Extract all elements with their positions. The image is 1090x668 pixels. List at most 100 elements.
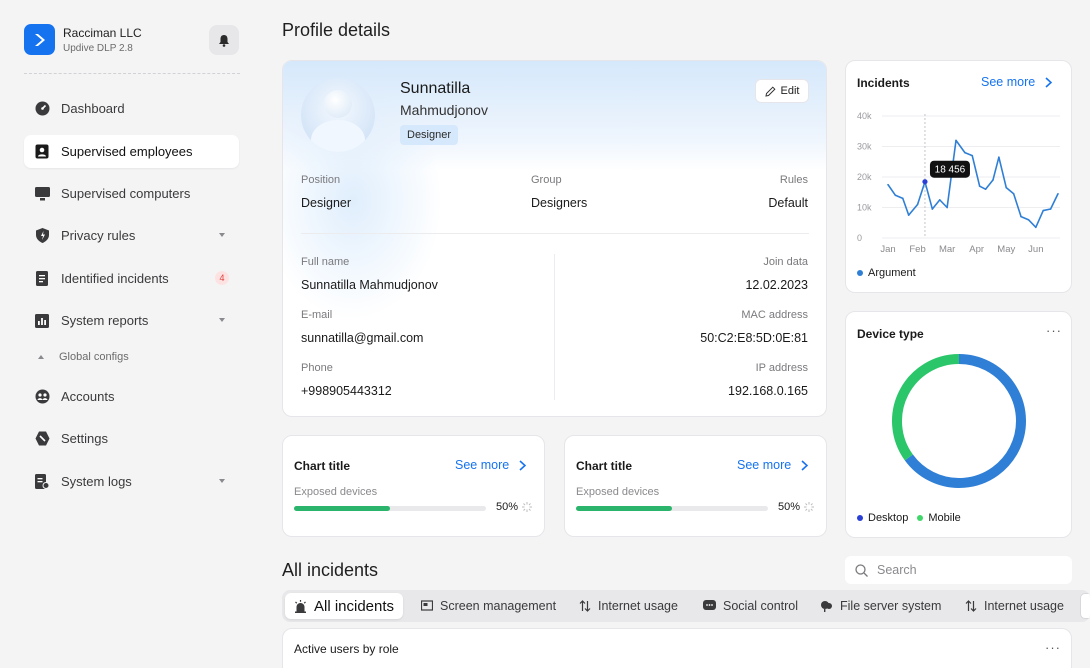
fullname-value: Sunnatilla Mahmudjonov xyxy=(301,278,438,292)
incident-tabs: All incidents Screen management Internet… xyxy=(282,590,1090,622)
transfer-arrows-icon xyxy=(579,600,591,612)
card-subtitle: Exposed devices xyxy=(576,486,660,498)
position-value: Designer xyxy=(301,196,352,210)
edit-label: Edit xyxy=(780,85,800,97)
chevron-up-icon xyxy=(38,355,44,359)
data-point xyxy=(1020,215,1022,218)
tab-file-server-system[interactable]: File server system xyxy=(820,593,941,619)
rules-value: Default xyxy=(768,196,808,210)
group-value: Designers xyxy=(531,196,588,210)
see-more-link[interactable]: See more xyxy=(737,458,809,472)
legend-dot-desktop xyxy=(857,515,863,521)
device-type-card: Device type ··· Desktop Mobile xyxy=(845,311,1072,538)
card-title: Chart title xyxy=(576,459,633,473)
legend-label: Argument xyxy=(868,267,916,279)
edit-button[interactable]: Edit xyxy=(755,79,809,103)
highlight-point xyxy=(922,179,928,185)
card-title: Chart title xyxy=(294,459,351,473)
notifications-button[interactable] xyxy=(209,25,239,55)
sidebar-item-settings[interactable]: Settings xyxy=(24,422,239,455)
see-more-label: See more xyxy=(455,458,510,472)
tab-label: Internet usage xyxy=(598,599,678,613)
sidebar-item-supervised-computers[interactable]: Supervised computers xyxy=(24,177,239,210)
data-point xyxy=(978,185,981,187)
profile-first-name: Sunnatilla xyxy=(400,80,471,97)
chart-legend: Argument xyxy=(857,267,916,279)
sidebar-item-dashboard[interactable]: Dashboard xyxy=(24,92,239,125)
tab-label: Internet usage xyxy=(984,599,1064,613)
data-point xyxy=(964,151,966,154)
see-more-link[interactable]: See more xyxy=(981,75,1053,89)
sidebar-item-label: Supervised computers xyxy=(61,186,191,201)
avatar-head xyxy=(324,90,352,118)
sidebar-item-label: Settings xyxy=(61,431,108,446)
sidebar-item-system-logs[interactable]: System logs xyxy=(24,465,239,498)
tab-internet-usage-2[interactable]: Internet usage xyxy=(965,593,1064,619)
see-more-label: See more xyxy=(981,75,1036,89)
exposed-devices-card: Chart title See more Exposed devices 50% xyxy=(564,435,827,537)
sidebar-item-supervised-employees[interactable]: Supervised employees xyxy=(24,135,239,168)
y-tick-label: 10k xyxy=(857,203,872,213)
divider xyxy=(554,254,555,400)
chevron-right-icon xyxy=(519,459,527,471)
series-line-argument xyxy=(887,139,1059,229)
data-point xyxy=(931,208,934,210)
email-value: sunnatilla@gmail.com xyxy=(301,331,424,345)
loading-spinner-icon xyxy=(804,502,814,512)
legend-dot xyxy=(857,270,863,276)
see-more-link[interactable]: See more xyxy=(455,458,527,472)
tab-label: All incidents xyxy=(314,597,395,615)
ip-value: 192.168.0.165 xyxy=(728,384,808,398)
tab-all-incidents[interactable]: All incidents xyxy=(285,593,404,619)
progress-bar xyxy=(294,506,486,511)
sidebar-item-label: System reports xyxy=(61,313,149,328)
screen-icon xyxy=(421,600,433,611)
pencil-icon xyxy=(764,85,776,97)
progress-percent: 50% xyxy=(496,501,519,513)
sidebar-item-privacy-rules[interactable]: Privacy rules xyxy=(24,219,239,252)
card-title: Active users by role xyxy=(294,642,399,656)
mac-label: MAC address xyxy=(741,309,808,321)
alarm-icon xyxy=(295,599,306,613)
x-tick-label: Jan xyxy=(880,244,895,255)
search-placeholder: Search xyxy=(877,563,917,577)
tab-internet-usage[interactable]: Internet usage xyxy=(579,593,678,619)
chevron-down-icon xyxy=(219,479,225,483)
incidents-line-chart: 0 10k 20k 30k 40k Jan Feb Mar Apr May Jun 18 456 xyxy=(857,111,1060,255)
position-label: Position xyxy=(301,174,341,186)
data-point xyxy=(1027,218,1030,221)
data-point xyxy=(887,183,889,186)
legend-dot-mobile xyxy=(917,515,924,521)
more-options-button[interactable]: ··· xyxy=(1046,323,1062,338)
bell-icon xyxy=(219,34,229,47)
progress-fill xyxy=(294,506,390,511)
exposed-devices-card: Chart title See more Exposed devices 50% xyxy=(282,435,545,537)
data-point xyxy=(938,199,941,201)
tab-overflow[interactable] xyxy=(1080,593,1090,619)
phone-value: +998905443312 xyxy=(301,384,392,398)
profile-card: Sunnatilla Mahmudjonov Designer Edit Pos… xyxy=(282,60,827,417)
sidebar-item-system-reports[interactable]: System reports xyxy=(24,304,239,337)
search-input[interactable]: Search xyxy=(845,556,1072,584)
sidebar-item-identified-incidents[interactable]: Identified incidents 4 xyxy=(24,262,239,295)
rules-label: Rules xyxy=(779,174,808,186)
profile-last-name: Mahmudjonov xyxy=(400,102,488,118)
chevron-right-icon xyxy=(801,459,809,471)
brand[interactable]: Racciman LLC Updive DLP 2.8 xyxy=(24,24,240,58)
data-point xyxy=(894,194,897,197)
tab-social-control[interactable]: Social control xyxy=(703,593,798,619)
accounts-icon xyxy=(34,389,50,405)
sidebar-item-accounts[interactable]: Accounts xyxy=(24,380,239,413)
legend-mobile-label: Mobile xyxy=(928,512,961,524)
chat-icon xyxy=(703,600,716,610)
sidebar: Racciman LLC Updive DLP 2.8 Dashboard Su… xyxy=(0,0,258,668)
device-donut-chart xyxy=(892,354,1026,488)
tab-screen-management[interactable]: Screen management xyxy=(421,593,556,619)
y-tick-label: 40k xyxy=(857,111,872,121)
sidebar-item-global-configs[interactable]: Global configs xyxy=(38,351,129,363)
brand-logo-icon xyxy=(24,24,55,55)
data-point xyxy=(1057,192,1059,195)
bar-chart-icon xyxy=(34,313,50,329)
ip-label: IP address xyxy=(755,362,808,374)
more-options-button[interactable]: ··· xyxy=(1045,640,1061,655)
